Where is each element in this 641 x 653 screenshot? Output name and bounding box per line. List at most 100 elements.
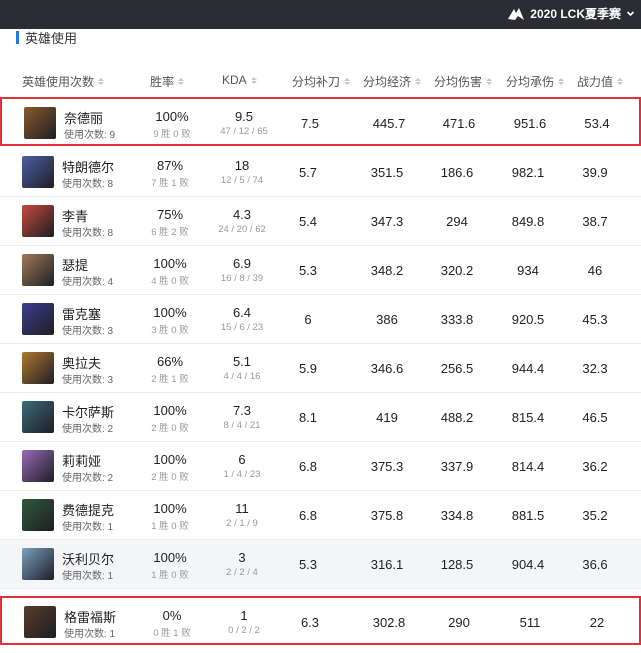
column-header-hero[interactable]: 英雄使用次数	[22, 73, 105, 90]
table-row[interactable]: 费德提克 使用次数: 1 100% 1 胜 0 败 11 2 / 1 / 9 6…	[0, 491, 641, 540]
hero-use-count: 使用次数: 4	[62, 277, 114, 288]
avg-damage: 333.8	[440, 312, 474, 327]
win-loss: 1 胜 0 败	[151, 521, 189, 532]
power-value: 45.3	[582, 312, 608, 327]
kda-detail: 16 / 8 / 39	[220, 273, 264, 284]
column-header-taken[interactable]: 分均承伤	[506, 73, 565, 90]
section-accent-bar	[16, 30, 19, 44]
table-row[interactable]: 莉莉娅 使用次数: 2 100% 2 胜 0 败 6 1 / 4 / 23 6.…	[0, 442, 641, 491]
avg-gold: 419	[376, 410, 398, 425]
avg-damage-taken: 904.4	[511, 557, 545, 572]
column-header-dmg[interactable]: 分均伤害	[434, 73, 493, 90]
table-row[interactable]: 瑟提 使用次数: 4 100% 4 胜 0 败 6.9 16 / 8 / 39 …	[0, 246, 641, 295]
win-loss: 7 胜 1 败	[151, 178, 189, 189]
column-header-winrate[interactable]: 胜率	[150, 73, 185, 90]
kda-detail: 24 / 20 / 62	[218, 224, 266, 235]
kda-value: 1	[240, 608, 248, 623]
power-value: 36.2	[582, 459, 608, 474]
sort-icon	[486, 78, 493, 85]
avg-damage-taken: 982.1	[511, 165, 545, 180]
hero-name: 奈德丽	[64, 111, 104, 126]
avg-damage: 294	[446, 214, 468, 229]
avg-gold: 445.7	[372, 116, 406, 131]
sort-icon	[617, 78, 624, 85]
hero-avatar	[24, 107, 56, 139]
kda-detail: 2 / 2 / 4	[226, 567, 258, 578]
avg-damage-taken: 881.5	[511, 508, 545, 523]
kda-value: 18	[234, 158, 250, 173]
sort-icon	[558, 78, 565, 85]
hero-avatar	[22, 156, 54, 188]
season-selector[interactable]: 2020 LCK夏季赛	[507, 5, 635, 22]
hero-name: 雷克塞	[62, 307, 102, 322]
avg-damage-taken: 920.5	[511, 312, 545, 327]
avg-gold: 351.5	[370, 165, 404, 180]
hero-avatar	[22, 205, 54, 237]
hero-use-count: 使用次数: 8	[62, 179, 114, 190]
hero-avatar	[22, 352, 54, 384]
win-rate: 100%	[155, 109, 189, 124]
avg-gold: 375.3	[370, 459, 404, 474]
sort-icon	[250, 76, 257, 84]
hero-name: 莉莉娅	[62, 454, 102, 469]
avg-gold: 386	[376, 312, 398, 327]
table-row[interactable]: 卡尔萨斯 使用次数: 2 100% 2 胜 0 败 7.3 8 / 4 / 21…	[0, 393, 641, 442]
avg-cs: 7.5	[300, 116, 320, 131]
avg-cs: 5.7	[298, 165, 318, 180]
hero-use-count: 使用次数: 9	[64, 130, 116, 141]
hero-use-count: 使用次数: 1	[62, 522, 114, 533]
avg-damage: 128.5	[440, 557, 474, 572]
hero-use-count: 使用次数: 3	[62, 326, 114, 337]
power-value: 53.4	[584, 116, 610, 131]
column-header-power[interactable]: 战力值	[577, 73, 624, 90]
table-row[interactable]: 特朗德尔 使用次数: 8 87% 7 胜 1 败 18 12 / 5 / 74 …	[0, 148, 641, 197]
win-rate: 87%	[156, 158, 184, 173]
hero-avatar	[22, 401, 54, 433]
kda-value: 6.9	[232, 256, 252, 271]
kda-value: 9.5	[234, 109, 254, 124]
win-loss: 4 胜 0 败	[151, 276, 189, 287]
column-header-gold[interactable]: 分均经济	[363, 73, 422, 90]
hero-name: 卡尔萨斯	[62, 405, 115, 420]
avg-damage: 320.2	[440, 263, 474, 278]
column-label-kda: KDA	[222, 73, 247, 87]
column-label-hero: 英雄使用次数	[22, 75, 95, 89]
table-row[interactable]: 沃利贝尔 使用次数: 1 100% 1 胜 0 败 3 2 / 2 / 4 5.…	[0, 540, 641, 589]
avg-damage-taken: 951.6	[513, 116, 547, 131]
table-row[interactable]: 格雷福斯 使用次数: 1 0% 0 胜 1 败 1 0 / 2 / 2 6.3 …	[0, 596, 641, 645]
power-value: 39.9	[582, 165, 608, 180]
column-header-kda[interactable]: KDA	[222, 73, 257, 87]
avg-gold: 302.8	[372, 615, 406, 630]
kda-value: 11	[235, 501, 249, 516]
kda-value: 4.3	[232, 207, 252, 222]
avg-damage-taken: 934	[517, 263, 539, 278]
table-row[interactable]: 雷克塞 使用次数: 3 100% 3 胜 0 败 6.4 15 / 6 / 23…	[0, 295, 641, 344]
kda-value: 6	[238, 452, 246, 467]
avg-damage: 337.9	[440, 459, 474, 474]
avg-gold: 316.1	[370, 557, 404, 572]
table-row[interactable]: 李青 使用次数: 8 75% 6 胜 2 败 4.3 24 / 20 / 62 …	[0, 197, 641, 246]
column-header-cs[interactable]: 分均补刀	[292, 73, 351, 90]
top-bar: 2020 LCK夏季赛	[0, 0, 641, 29]
table-row[interactable]: 奈德丽 使用次数: 9 100% 9 胜 0 败 9.5 47 / 12 / 6…	[0, 97, 641, 146]
avg-damage: 256.5	[440, 361, 474, 376]
column-label-cs: 分均补刀	[292, 75, 341, 89]
power-value: 22	[589, 615, 605, 630]
avg-gold: 346.6	[370, 361, 404, 376]
kda-detail: 0 / 2 / 2	[228, 625, 260, 636]
avg-damage-taken: 815.4	[511, 410, 545, 425]
avg-damage: 488.2	[440, 410, 474, 425]
avg-cs: 8.1	[298, 410, 318, 425]
section-title-text: 英雄使用	[25, 30, 78, 46]
table-row[interactable]: 奥拉夫 使用次数: 3 66% 2 胜 1 败 5.1 4 / 4 / 16 5…	[0, 344, 641, 393]
hero-use-count: 使用次数: 1	[64, 629, 116, 640]
win-rate: 100%	[153, 501, 187, 516]
win-rate: 100%	[153, 550, 187, 565]
win-loss: 2 胜 0 败	[151, 472, 189, 483]
avg-gold: 348.2	[370, 263, 404, 278]
win-loss: 2 胜 1 败	[151, 374, 189, 385]
avg-cs: 5.3	[298, 557, 318, 572]
column-label-dmg: 分均伤害	[434, 75, 483, 89]
hero-avatar	[22, 303, 54, 335]
kda-value: 7.3	[232, 403, 252, 418]
